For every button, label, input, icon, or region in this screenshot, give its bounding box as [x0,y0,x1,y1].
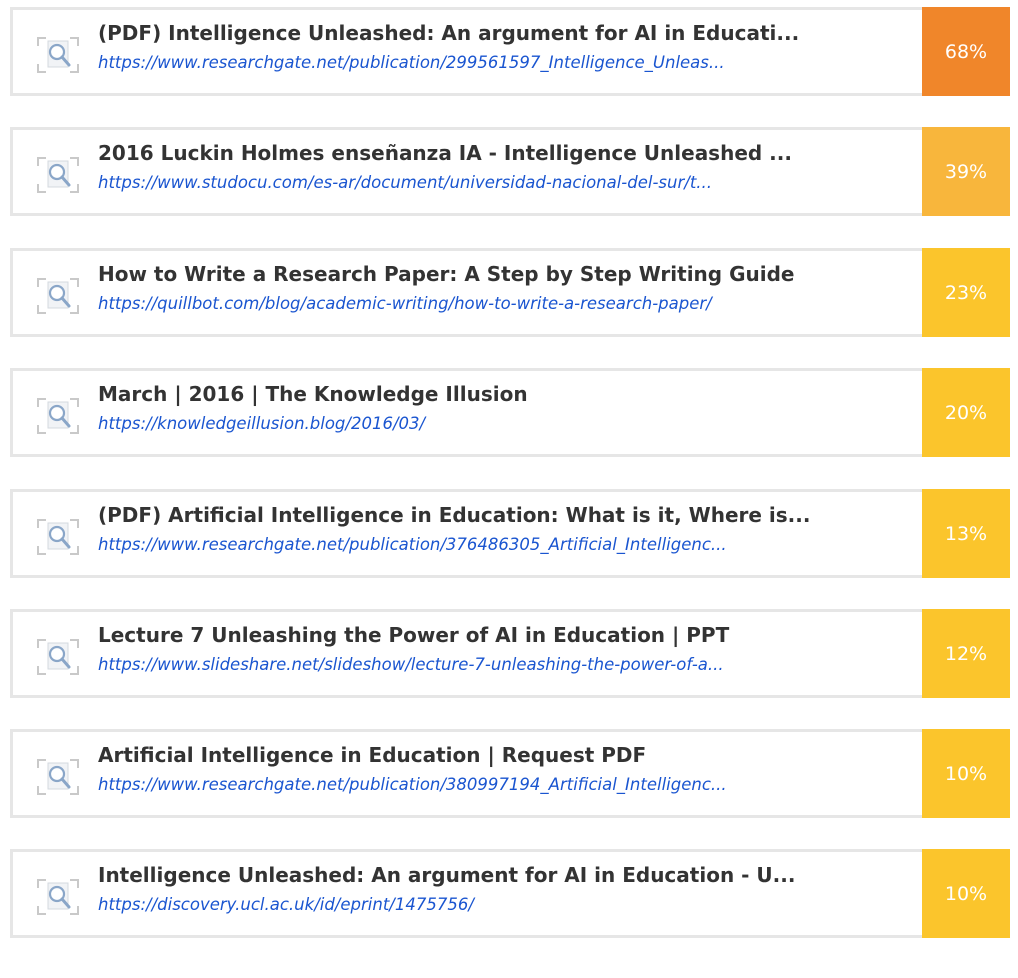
result-url-link[interactable]: https://www.researchgate.net/publication… [98,773,928,797]
magnifier-document-icon [34,874,82,920]
result-url-link[interactable]: https://www.slideshare.net/slideshow/lec… [98,653,928,677]
result-url-link[interactable]: https://www.researchgate.net/publication… [98,533,928,557]
result-title[interactable]: March | 2016 | The Knowledge Illusion [98,381,928,407]
result-title[interactable]: Intelligence Unleashed: An argument for … [98,862,928,888]
similarity-percent-badge: 39% [922,127,1010,216]
result-title[interactable]: (PDF) Artificial Intelligence in Educati… [98,502,928,528]
result-url-link[interactable]: https://quillbot.com/blog/academic-writi… [98,292,928,316]
similarity-percent-badge: 23% [922,248,1010,337]
similarity-percent-badge: 10% [922,849,1010,938]
result-title[interactable]: Lecture 7 Unleashing the Power of AI in … [98,622,928,648]
magnifier-document-icon [34,32,82,78]
result-url-link[interactable]: https://knowledgeillusion.blog/2016/03/ [98,412,928,436]
similarity-percent-badge: 10% [922,729,1010,818]
similarity-percent-badge: 68% [922,7,1010,96]
result-title[interactable]: (PDF) Intelligence Unleashed: An argumen… [98,20,928,46]
similarity-percent-badge: 13% [922,489,1010,578]
result-row[interactable]: (PDF) Artificial Intelligence in Educati… [10,489,1010,578]
magnifier-document-icon [34,273,82,319]
result-title[interactable]: Artificial Intelligence in Education | R… [98,742,928,768]
result-title[interactable]: How to Write a Research Paper: A Step by… [98,261,928,287]
magnifier-document-icon [34,754,82,800]
result-row[interactable]: (PDF) Intelligence Unleashed: An argumen… [10,7,1010,96]
result-row[interactable]: How to Write a Research Paper: A Step by… [10,248,1010,337]
result-row[interactable]: March | 2016 | The Knowledge Illusion htt… [10,368,1010,457]
result-title[interactable]: 2016 Luckin Holmes enseñanza IA - Intell… [98,140,928,166]
result-row[interactable]: Intelligence Unleashed: An argument for … [10,849,1010,938]
result-url-link[interactable]: https://www.studocu.com/es-ar/document/u… [98,171,928,195]
magnifier-document-icon [34,634,82,680]
similarity-percent-badge: 20% [922,368,1010,457]
magnifier-document-icon [34,152,82,198]
result-row[interactable]: 2016 Luckin Holmes enseñanza IA - Intell… [10,127,1010,216]
magnifier-document-icon [34,514,82,560]
similarity-percent-badge: 12% [922,609,1010,698]
result-row[interactable]: Artificial Intelligence in Education | R… [10,729,1010,818]
result-row[interactable]: Lecture 7 Unleashing the Power of AI in … [10,609,1010,698]
result-url-link[interactable]: https://www.researchgate.net/publication… [98,51,928,75]
magnifier-document-icon [34,393,82,439]
result-url-link[interactable]: https://discovery.ucl.ac.uk/id/eprint/14… [98,893,928,917]
